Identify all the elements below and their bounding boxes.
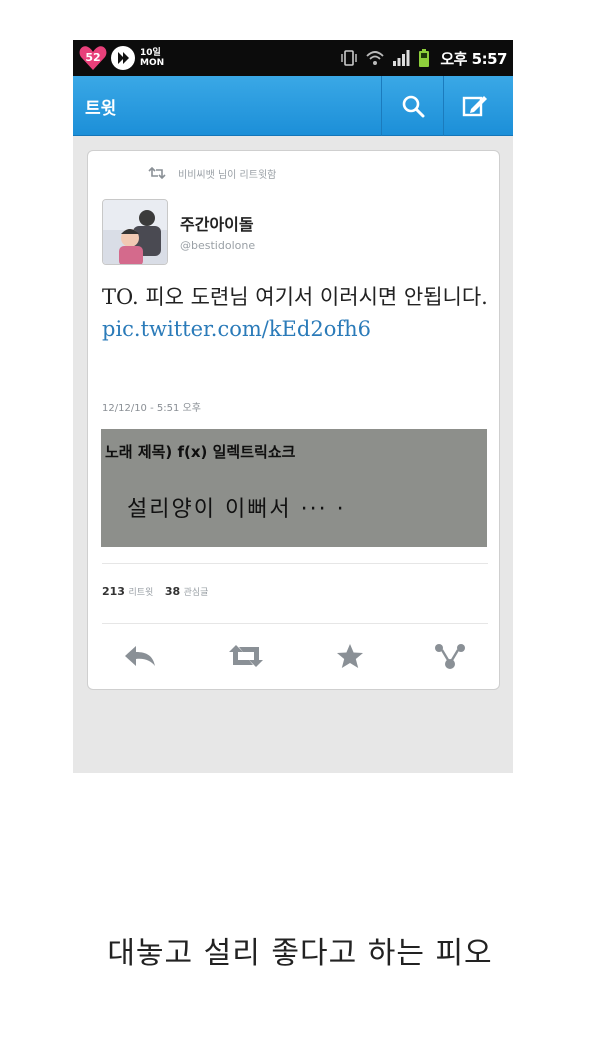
favorite-icon — [336, 644, 363, 668]
retweeted-by-row: 비비씨뱃 님이 리트윗함 — [148, 165, 276, 181]
tweet-actions — [88, 633, 501, 683]
tweet-body: TO. 피오 도련님 여기서 이러시면 안됩니다. — [102, 285, 488, 309]
battery-icon — [419, 49, 430, 67]
signal-icon — [393, 50, 410, 66]
caption: 대놓고 설리 좋다고 하는 피오 — [107, 936, 493, 971]
notification-count: 52 — [85, 51, 101, 64]
status-date-weekday: MON — [140, 58, 165, 68]
vibrate-icon — [341, 50, 358, 66]
photo-handwriting-line2: 설리양이 이뻐서 ··· · — [127, 497, 346, 522]
retweet-count: 213 — [102, 585, 125, 598]
favorite-label: 관심글 — [183, 588, 209, 598]
favorite-button[interactable] — [336, 643, 364, 673]
status-date-day: 10일 — [140, 48, 161, 58]
retweet-icon — [229, 645, 264, 667]
divider — [102, 623, 488, 624]
action-bar-title: 트윗 — [85, 99, 117, 119]
reply-button[interactable] — [123, 644, 157, 672]
retweet-button[interactable] — [227, 643, 265, 673]
favorite-count: 38 — [164, 585, 181, 598]
tweet-timestamp: 12/12/10 - 5:51 오후 — [102, 403, 201, 414]
compose-button[interactable] — [443, 76, 505, 136]
tweet-photo[interactable]: 노래 제목) f(x) 일렉트릭쇼크 설리양이 이뻐서 ··· · — [101, 429, 487, 547]
tweet-stats: 213 리트윗 38 관심글 — [102, 585, 216, 598]
search-icon — [402, 95, 424, 118]
search-button[interactable] — [381, 76, 443, 136]
author-name[interactable]: 주간아이돌 — [180, 211, 254, 235]
author-handle: @bestidolone — [180, 239, 256, 252]
media-play-icon — [111, 46, 135, 70]
more-icon — [434, 644, 465, 669]
retweeted-by-text: 비비씨뱃 님이 리트윗함 — [178, 169, 277, 181]
action-bar: 트윗 — [73, 76, 513, 136]
tweet-text: TO. 피오 도련님 여기서 이러시면 안됩니다. pic.twitter.co… — [102, 281, 492, 345]
wifi-icon — [366, 51, 384, 65]
divider — [102, 563, 488, 564]
more-button[interactable] — [434, 642, 466, 674]
photo-handwriting-line1: 노래 제목) f(x) 일렉트릭쇼크 — [105, 443, 296, 461]
reply-icon — [125, 646, 156, 666]
retweet-label: 리트윗 — [128, 588, 154, 598]
avatar[interactable] — [102, 199, 168, 265]
status-time: 오후 5:57 — [440, 49, 507, 68]
status-bar: 52 10일 MON 오후 5:57 — [73, 40, 513, 76]
notification-heart-icon: 52 — [79, 45, 107, 71]
compose-icon — [462, 96, 487, 117]
tweet-card[interactable]: 비비씨뱃 님이 리트윗함 주간아이돌 @bestidolone TO. 피오 도… — [87, 150, 500, 690]
retweet-small-icon — [148, 167, 166, 179]
tweet-link[interactable]: pic.twitter.com/kEd2ofh6 — [102, 317, 371, 341]
phone-screenshot: 52 10일 MON 오후 5:57 트윗 비비씨뱃 님이 리트윗함 주간아이돌… — [73, 40, 513, 773]
